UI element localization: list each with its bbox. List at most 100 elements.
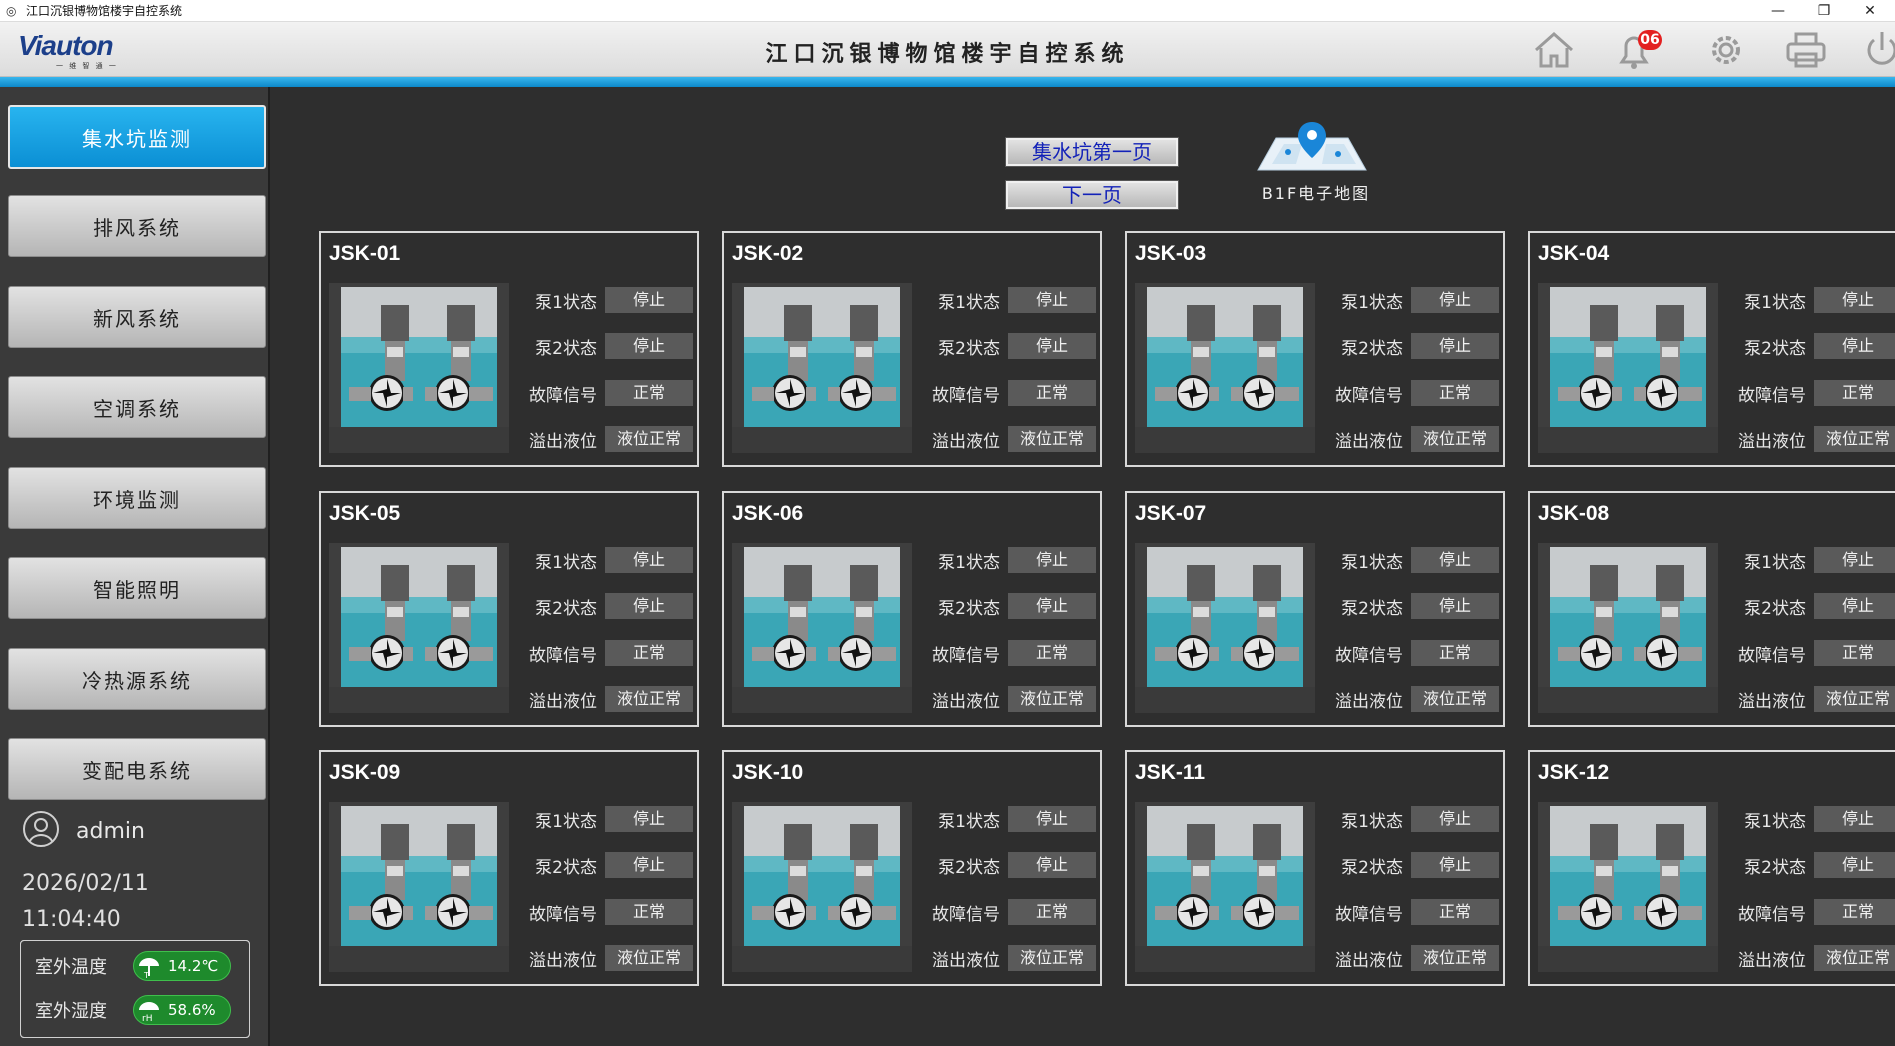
overflow-level-value: 液位正常 <box>1411 426 1499 452</box>
sump-pit-card[interactable]: JSK-09 泵1状态 停止 泵2状态 停止故障信号 正常 溢出液位 液位正常 <box>319 750 699 986</box>
pump-illustration <box>1135 283 1315 453</box>
humidity-icon: rH <box>139 1002 159 1023</box>
pump2-status-label: 泵2状态 <box>1744 598 1806 619</box>
pump-illustration <box>329 283 509 453</box>
restore-button[interactable]: ❐ <box>1801 0 1847 22</box>
sidebar-item-fresh-air[interactable]: 新风系统 <box>8 286 266 348</box>
pump2-status-value: 停止 <box>1411 593 1499 619</box>
sump-pit-card[interactable]: JSK-04 泵1状态 停止 泵2状态 停止故障信号 正常 溢出液位 液位正常 <box>1528 231 1895 467</box>
sidebar-item-environment[interactable]: 环境监测 <box>8 467 266 529</box>
map-icon[interactable] <box>1252 118 1372 178</box>
pump1-status-value: 停止 <box>1008 806 1096 832</box>
pump2-status-row: 泵2状态 停止 <box>1323 332 1499 360</box>
fault-signal-value: 正常 <box>1008 899 1096 925</box>
pump1-status-row: 泵1状态 停止 <box>920 286 1096 314</box>
sump-page-one-button[interactable]: 集水坑第一页 <box>1005 137 1179 167</box>
pump2-status-row: 泵2状态 停止 <box>1726 851 1895 879</box>
pump-illustration <box>732 802 912 972</box>
sump-pit-card[interactable]: JSK-11 泵1状态 停止 泵2状态 停止故障信号 正常 溢出液位 液位正常 <box>1125 750 1505 986</box>
fault-signal-label: 故障信号 <box>529 385 597 406</box>
sump-pit-id: JSK-09 <box>329 761 401 784</box>
sidebar-item-power-distribution[interactable]: 变配电系统 <box>8 738 266 800</box>
home-icon[interactable] <box>1530 28 1578 72</box>
outdoor-humidity-row: 室外湿度 rH 58.6% <box>35 993 231 1027</box>
power-icon[interactable] <box>1858 28 1895 72</box>
pump-illustration <box>1135 543 1315 713</box>
pump2-status-label: 泵2状态 <box>938 857 1000 878</box>
pump2-status-row: 泵2状态 停止 <box>920 592 1096 620</box>
pump2-status-value: 停止 <box>1411 852 1499 878</box>
fault-signal-label: 故障信号 <box>1335 645 1403 666</box>
pump1-status-label: 泵1状态 <box>1341 292 1403 313</box>
pump2-status-label: 泵2状态 <box>938 598 1000 619</box>
pump2-status-value: 停止 <box>1008 852 1096 878</box>
next-page-button[interactable]: 下一页 <box>1005 180 1179 210</box>
close-button[interactable]: ✕ <box>1847 0 1893 22</box>
header-accent-strip <box>0 77 1895 87</box>
fault-signal-value: 正常 <box>1814 640 1895 666</box>
overflow-level-row: 溢出液位 液位正常 <box>1726 685 1895 713</box>
overflow-level-value: 液位正常 <box>1814 426 1895 452</box>
sump-pit-card[interactable]: JSK-01 泵1状态 停止 泵2状态 停止故障信号 正常 溢出液位 液位正常 <box>319 231 699 467</box>
username: admin <box>76 818 145 844</box>
pump2-status-row: 泵2状态 停止 <box>517 592 693 620</box>
sump-pit-id: JSK-07 <box>1135 502 1207 525</box>
fault-signal-value: 正常 <box>605 380 693 406</box>
sump-pit-card[interactable]: JSK-06 泵1状态 停止 泵2状态 停止故障信号 正常 溢出液位 液位正常 <box>722 491 1102 727</box>
pump2-status-label: 泵2状态 <box>535 598 597 619</box>
thermometer-icon: T <box>139 958 159 979</box>
sump-pit-card[interactable]: JSK-12 泵1状态 停止 泵2状态 停止故障信号 正常 溢出液位 液位正常 <box>1528 750 1895 986</box>
sump-pit-card[interactable]: JSK-10 泵1状态 停止 泵2状态 停止故障信号 正常 溢出液位 液位正常 <box>722 750 1102 986</box>
pump1-status-value: 停止 <box>605 547 693 573</box>
overflow-level-value: 液位正常 <box>1008 686 1096 712</box>
b1f-map-label[interactable]: B1F电子地图 <box>1256 180 1376 204</box>
overflow-level-label: 溢出液位 <box>932 691 1000 712</box>
pump2-status-row: 泵2状态 停止 <box>920 851 1096 879</box>
sump-pit-card[interactable]: JSK-05 泵1状态 停止 泵2状态 停止故障信号 正常 溢出液位 液位正常 <box>319 491 699 727</box>
sidebar-item-exhaust[interactable]: 排风系统 <box>8 195 266 257</box>
fault-signal-row: 故障信号 正常 <box>1323 639 1499 667</box>
fault-signal-label: 故障信号 <box>932 385 1000 406</box>
pump-illustration <box>732 283 912 453</box>
printer-icon[interactable] <box>1782 28 1830 72</box>
pump2-status-value: 停止 <box>605 593 693 619</box>
sidebar-item-air-conditioning[interactable]: 空调系统 <box>8 376 266 438</box>
pump-illustration <box>1135 802 1315 972</box>
overflow-level-row: 溢出液位 液位正常 <box>1726 944 1895 972</box>
overflow-level-row: 溢出液位 液位正常 <box>920 944 1096 972</box>
outdoor-temperature-value: 14.2℃ <box>168 957 219 975</box>
pump2-status-value: 停止 <box>1814 852 1895 878</box>
fault-signal-value: 正常 <box>1814 899 1895 925</box>
sump-pit-id: JSK-08 <box>1538 502 1610 525</box>
pump2-status-value: 停止 <box>605 333 693 359</box>
pump1-status-row: 泵1状态 停止 <box>920 546 1096 574</box>
pump2-status-label: 泵2状态 <box>1744 338 1806 359</box>
fault-signal-row: 故障信号 正常 <box>920 379 1096 407</box>
pump1-status-value: 停止 <box>1814 547 1895 573</box>
pump1-status-row: 泵1状态 停止 <box>517 805 693 833</box>
sump-pit-card[interactable]: JSK-03 泵1状态 停止 泵2状态 停止故障信号 正常 溢出液位 液位正常 <box>1125 231 1505 467</box>
sidebar-item-lighting[interactable]: 智能照明 <box>8 557 266 619</box>
gear-icon[interactable] <box>1702 28 1750 72</box>
fault-signal-label: 故障信号 <box>1738 645 1806 666</box>
minimize-button[interactable]: — <box>1755 0 1801 22</box>
overflow-level-row: 溢出液位 液位正常 <box>1323 425 1499 453</box>
overflow-level-row: 溢出液位 液位正常 <box>1323 685 1499 713</box>
sidebar-item-sump-monitoring[interactable]: 集水坑监测 <box>8 105 266 169</box>
overflow-level-value: 液位正常 <box>1814 945 1895 971</box>
pump1-status-label: 泵1状态 <box>938 811 1000 832</box>
sump-pit-id: JSK-10 <box>732 761 804 784</box>
sidebar-item-heating-cooling[interactable]: 冷热源系统 <box>8 648 266 710</box>
bell-icon[interactable]: 06 <box>1610 28 1662 72</box>
sump-pit-card[interactable]: JSK-07 泵1状态 停止 泵2状态 停止故障信号 正常 溢出液位 液位正常 <box>1125 491 1505 727</box>
fault-signal-value: 正常 <box>1411 640 1499 666</box>
pump1-status-row: 泵1状态 停止 <box>1323 286 1499 314</box>
sump-pit-card[interactable]: JSK-02 泵1状态 停止 泵2状态 停止故障信号 正常 溢出液位 液位正常 <box>722 231 1102 467</box>
sump-pit-card[interactable]: JSK-08 泵1状态 停止 泵2状态 停止故障信号 正常 溢出液位 液位正常 <box>1528 491 1895 727</box>
fault-signal-label: 故障信号 <box>529 904 597 925</box>
pump1-status-label: 泵1状态 <box>1744 292 1806 313</box>
pump2-status-value: 停止 <box>1814 333 1895 359</box>
pump1-status-label: 泵1状态 <box>1341 811 1403 832</box>
pump1-status-row: 泵1状态 停止 <box>1726 286 1895 314</box>
pump1-status-value: 停止 <box>605 806 693 832</box>
